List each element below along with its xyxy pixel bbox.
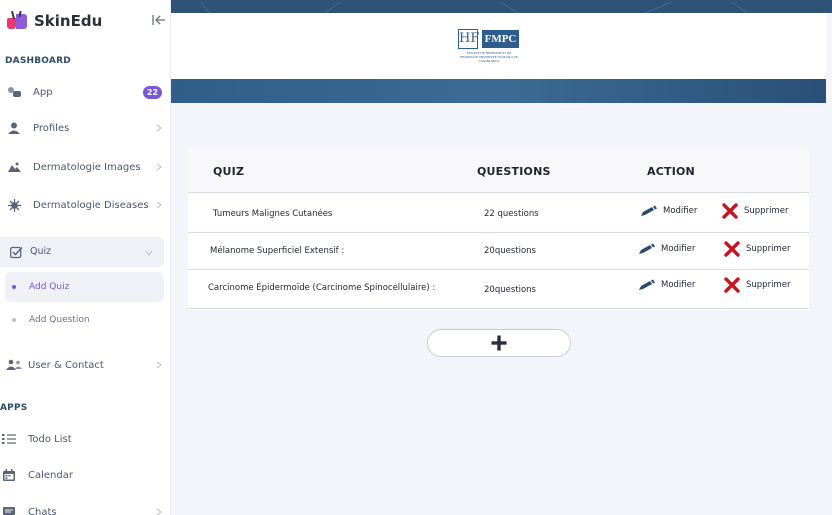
sidebar-item-app[interactable]: App 22 [0,77,170,107]
sidebar-item-dermatologie-images[interactable]: Dermatologie Images [0,152,170,182]
sidebar-item-label: Dermatologie Diseases [33,199,149,211]
delete-button[interactable]: Supprimer [723,241,791,257]
delete-button[interactable]: Supprimer [723,277,791,293]
pencil-icon [638,278,656,292]
question-count: 20questions [484,246,536,256]
delete-x-icon [723,241,741,257]
edit-label: Modifier [663,206,698,216]
brand-name: SkinEdu [34,12,103,30]
chevron-right-icon [156,163,162,171]
edit-label: Modifier [661,280,696,290]
edit-label: Modifier [661,244,696,254]
image-icon [6,159,22,175]
users-icon [6,357,22,373]
table-row: Tumeurs Malignes Cutanées 22 questions M… [188,193,809,233]
sidebar-item-user-contact[interactable]: User & Contact [0,350,170,380]
column-header-action: ACTION [647,165,695,178]
sidebar-item-profiles[interactable]: Profiles [0,113,170,143]
collapse-sidebar-button[interactable] [151,12,167,28]
arrow-left-collapse-icon [152,15,165,25]
app-icon [6,84,22,100]
chevron-right-icon [156,201,162,209]
sidebar-item-label: Dermatologie Images [33,161,141,173]
table-row: Mélanome Superficiel Extensif : 20questi… [188,233,809,270]
sidebar-item-label: Todo List [28,433,72,445]
user-icon [6,120,22,136]
bullet-dot-icon [12,318,16,322]
delete-x-icon [723,277,741,293]
delete-label: Supprimer [744,206,789,216]
question-count: 20questions [484,285,536,295]
section-title-apps: APPS [0,403,28,413]
delete-label: Supprimer [746,280,791,290]
banner-bottom-strip [171,79,826,103]
faculty-logo: HF FMPC FACULTÉ DE MÉDECINE ET DE PHARMA… [458,29,522,63]
banner-top-strip [171,0,832,13]
sidebar-item-quiz[interactable]: Quiz [0,237,164,267]
quiz-table: QUIZ QUESTIONS ACTION Tumeurs Malignes C… [188,148,809,310]
question-count: 22 questions [484,209,539,219]
add-quiz-button[interactable] [427,329,571,357]
sidebar-item-dermatologie-diseases[interactable]: Dermatologie Diseases [0,190,170,220]
pencil-icon [638,242,656,256]
sidebar-item-label: User & Contact [28,359,104,371]
delete-button[interactable]: Supprimer [721,203,789,219]
column-header-questions: QUESTIONS [477,165,551,178]
edit-button[interactable]: Modifier [638,278,695,292]
column-header-quiz: QUIZ [213,165,245,178]
faculty-logo-mark: HF [458,29,479,49]
virus-icon [6,197,22,213]
sidebar-item-label: Calendar [28,469,73,481]
plus-icon [491,335,507,351]
edit-button[interactable]: Modifier [640,204,697,218]
banner-lines-decoration [200,1,749,13]
main-content: HF FMPC FACULTÉ DE MÉDECINE ET DE PHARMA… [171,0,832,515]
chevron-down-icon [145,250,153,256]
sidebar-item-label: Quiz [30,246,52,257]
chevron-right-icon [156,124,162,132]
quiz-title: Mélanome Superficiel Extensif : [210,246,345,256]
notification-badge: 22 [143,86,162,99]
sidebar-subitem-add-question[interactable]: Add Question [5,305,164,335]
list-icon [1,431,17,447]
table-header: QUIZ QUESTIONS ACTION [188,148,809,193]
sidebar-subitem-label: Add Quiz [29,282,70,292]
chat-icon [1,504,17,515]
sidebar-subitem-add-quiz[interactable]: Add Quiz [5,272,164,302]
sidebar-item-label: Chats [28,506,57,515]
section-title-dashboard: DASHBOARD [5,56,71,66]
quiz-title: Tumeurs Malignes Cutanées [213,209,333,219]
quiz-title: Carcinome Épidermoïde (Carcinome Spinoce… [208,283,436,293]
table-row: Carcinome Épidermoïde (Carcinome Spinoce… [188,270,809,309]
sidebar-subitem-label: Add Question [29,315,90,325]
brand-logo-icon [7,10,28,31]
sidebar-item-calendar[interactable]: Calendar [0,460,170,490]
checkbox-icon [10,244,24,259]
faculty-logo-caption: FACULTÉ DE MÉDECINE ET DE PHARMACIE UNIV… [460,51,518,63]
sidebar-item-todo-list[interactable]: Todo List [0,424,170,454]
bullet-dot-icon [12,285,16,289]
edit-button[interactable]: Modifier [638,242,695,256]
faculty-logo-text: FMPC [482,30,519,48]
delete-label: Supprimer [746,244,791,254]
calendar-icon [1,467,17,483]
sidebar-item-chats[interactable]: Chats [0,497,170,515]
chevron-right-icon [156,361,162,369]
sidebar-item-label: Profiles [33,122,70,134]
delete-x-icon [721,203,739,219]
sidebar: SkinEdu DASHBOARD App 22 Profiles Dermat… [0,0,171,515]
chevron-right-icon [156,508,162,515]
brand[interactable]: SkinEdu [7,9,102,33]
pencil-icon [640,204,658,218]
sidebar-item-label: App [33,86,53,98]
